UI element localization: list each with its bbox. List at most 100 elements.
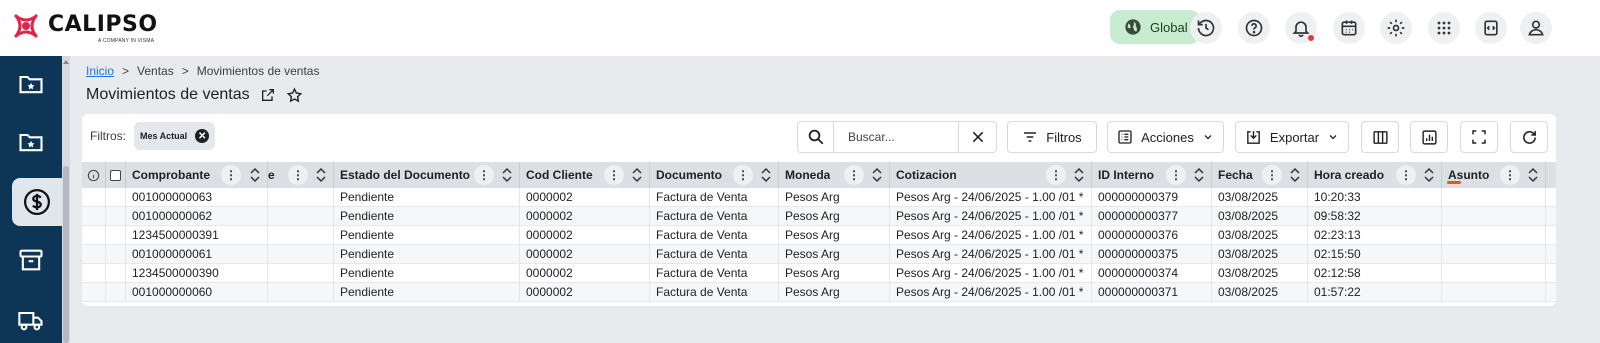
column-header-asunto[interactable]: Asunto ⋮ [1442, 162, 1546, 188]
top-bar: CALIPSO A COMPANY IN VISMA Global [0, 0, 1600, 56]
column-header-truncated[interactable]: e ⋮ [268, 162, 334, 188]
breadcrumb-section[interactable]: Ventas [137, 64, 174, 78]
history-button[interactable] [1190, 12, 1222, 44]
column-menu-icon[interactable]: ⋮ [1046, 165, 1066, 185]
sort-icon[interactable] [1424, 167, 1434, 183]
sort-icon[interactable] [316, 167, 326, 183]
sidebar-scrollbar[interactable] [62, 56, 70, 343]
refresh-button[interactable] [1510, 121, 1548, 153]
clear-search-button[interactable] [958, 122, 996, 152]
column-header-cotizacion[interactable]: Cotizacion ⋮ [890, 162, 1092, 188]
cell-documento: Factura de Venta [650, 245, 779, 264]
column-header-fecha[interactable]: Fecha ⋮ [1212, 162, 1308, 188]
sort-icon[interactable] [250, 167, 260, 183]
column-menu-icon[interactable]: ⋮ [474, 165, 494, 185]
settings-button[interactable] [1380, 12, 1412, 44]
calipso-logo[interactable]: CALIPSO A COMPANY IN VISMA [10, 8, 160, 48]
column-menu-icon[interactable]: ⋮ [604, 165, 624, 185]
filter-chip[interactable]: Mes Actual ✕ [134, 122, 216, 150]
global-scope-button[interactable]: Global [1110, 10, 1200, 44]
remove-filter-icon[interactable]: ✕ [195, 129, 210, 143]
filters-button[interactable]: Filtros [1007, 121, 1097, 153]
sort-icon[interactable] [1528, 167, 1538, 183]
column-menu-icon[interactable]: ⋮ [844, 165, 864, 185]
row-select-cell[interactable] [106, 188, 126, 207]
calipso-logo-icon [14, 14, 38, 38]
help-button[interactable] [1238, 12, 1270, 44]
refresh-icon [1522, 130, 1536, 144]
table-row[interactable]: 001000000060 Pendiente 0000002 Factura de V… [82, 283, 1556, 302]
column-header-estado[interactable]: Estado del Documento ⋮ [334, 162, 520, 188]
column-menu-icon[interactable]: ⋮ [221, 165, 241, 185]
sort-icon[interactable] [1074, 167, 1084, 183]
table-row[interactable]: 1234500000391 Pendiente 0000002 Factura de … [82, 226, 1556, 245]
row-select-cell[interactable] [106, 264, 126, 283]
history-icon [1197, 19, 1215, 37]
sort-icon[interactable] [761, 167, 771, 183]
search-input[interactable] [834, 123, 958, 151]
info-icon[interactable] [87, 169, 100, 182]
sidebar-item-logistics[interactable] [7, 296, 55, 343]
report-button[interactable] [1410, 121, 1448, 153]
sort-icon[interactable] [632, 167, 642, 183]
user-profile-button[interactable] [1520, 12, 1552, 44]
sidebar-item-ventas[interactable] [12, 178, 62, 226]
column-header-cod-cliente[interactable]: Cod Cliente ⋮ [520, 162, 650, 188]
table-row[interactable]: 001000000062 Pendiente 0000002 Factura de V… [82, 207, 1556, 226]
apps-button[interactable] [1428, 12, 1460, 44]
column-menu-icon[interactable]: ⋮ [1166, 165, 1186, 185]
column-header-moneda[interactable]: Moneda ⋮ [779, 162, 890, 188]
cell-hora-creado: 02:23:13 [1308, 226, 1442, 245]
cell-fecha: 03/08/2025 [1212, 188, 1308, 207]
breadcrumb-separator: > [181, 64, 189, 78]
sort-icon[interactable] [872, 167, 882, 183]
row-select-cell[interactable] [106, 283, 126, 302]
breadcrumb-home-link[interactable]: Inicio [86, 64, 114, 78]
cell-estado: Pendiente [334, 283, 520, 302]
row-select-cell[interactable] [106, 226, 126, 245]
search-button[interactable] [798, 122, 834, 152]
actions-button[interactable]: Acciones [1107, 121, 1224, 153]
developer-button[interactable] [1475, 12, 1507, 44]
sort-icon[interactable] [1290, 167, 1300, 183]
column-header-comprobante[interactable]: Comprobante ⋮ [126, 162, 268, 188]
calendar-button[interactable] [1333, 12, 1365, 44]
sort-icon[interactable] [1194, 167, 1204, 183]
cell-asunto [1442, 264, 1546, 283]
column-menu-icon[interactable]: ⋮ [1262, 165, 1282, 185]
star-icon[interactable] [286, 86, 303, 104]
sidebar-item-folders[interactable] [7, 118, 55, 166]
column-header-documento[interactable]: Documento ⋮ [650, 162, 779, 188]
export-button[interactable]: Exportar [1235, 121, 1349, 153]
column-menu-icon[interactable]: ⋮ [1396, 165, 1416, 185]
column-header-id-interno[interactable]: ID Interno ⋮ [1092, 162, 1212, 188]
table-row[interactable]: 1234500000390 Pendiente 0000002 Factura de … [82, 264, 1556, 283]
column-header-label: Fecha [1218, 168, 1253, 182]
column-header-hora-creado[interactable]: Hora creado ⋮ [1308, 162, 1442, 188]
gear-icon [1387, 19, 1405, 37]
column-menu-icon[interactable]: ⋮ [1500, 165, 1520, 185]
movements-panel: Filtros: Mes Actual ✕ Filtros Acciones E… [82, 114, 1556, 306]
table-row[interactable]: 001000000061 Pendiente 0000002 Factura de V… [82, 245, 1556, 264]
column-menu-icon[interactable]: ⋮ [733, 165, 753, 185]
notifications-button[interactable] [1285, 12, 1317, 44]
row-select-cell[interactable] [106, 245, 126, 264]
select-all-checkbox[interactable] [110, 169, 121, 181]
scrollbar-thumb[interactable] [63, 166, 69, 343]
cell-documento: Factura de Venta [650, 207, 779, 226]
scroll-up-arrow-icon[interactable] [63, 60, 69, 64]
column-header-label: Documento [656, 168, 722, 182]
sidebar-item-archive[interactable] [7, 236, 55, 284]
sidebar-item-favorites[interactable] [7, 60, 55, 108]
open-external-icon[interactable] [260, 87, 276, 103]
row-select-cell[interactable] [106, 207, 126, 226]
cell-documento: Factura de Venta [650, 264, 779, 283]
columns-button[interactable] [1361, 121, 1399, 153]
table-header: Comprobante ⋮ e ⋮ Estado del Documento ⋮… [82, 162, 1556, 188]
table-row[interactable]: 001000000063 Pendiente 0000002 Factura de V… [82, 188, 1556, 207]
help-icon [1245, 19, 1263, 37]
sort-icon[interactable] [502, 167, 512, 183]
fullscreen-button[interactable] [1460, 121, 1498, 153]
column-menu-icon[interactable]: ⋮ [288, 165, 308, 185]
cell-extra [268, 283, 334, 302]
